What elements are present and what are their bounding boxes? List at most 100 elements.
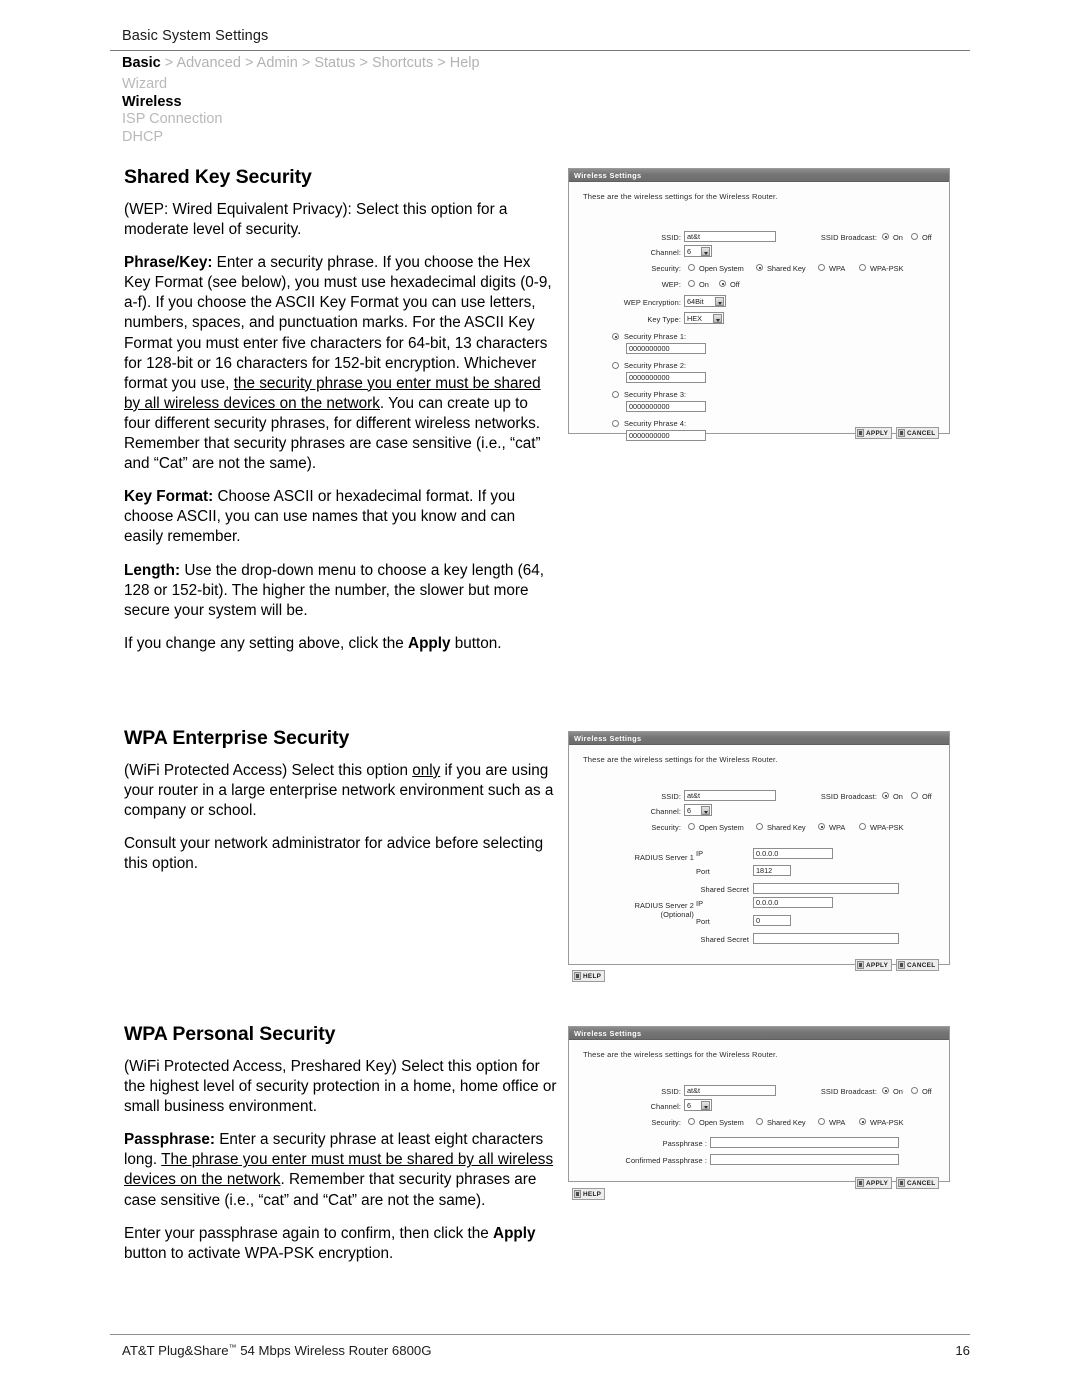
breadcrumb-item-basic[interactable]: Basic: [122, 55, 161, 71]
ssid-broadcast-off-radio[interactable]: [911, 1087, 918, 1094]
radius-2-ip-input[interactable]: 0.0.0.0: [753, 897, 833, 908]
chevron-down-icon[interactable]: [701, 247, 710, 256]
channel-select[interactable]: 6: [684, 1099, 712, 1111]
apply-button[interactable]: APPLY: [855, 1177, 893, 1189]
footer-divider: [110, 1334, 970, 1335]
cancel-button[interactable]: CANCEL: [896, 1177, 940, 1189]
breadcrumb-item-help[interactable]: Help: [450, 55, 480, 71]
paragraph-phrase-key: Phrase/Key: Enter a security phrase. If …: [124, 253, 558, 474]
section-wpa-enterprise-security: WPA Enterprise Security (WiFi Protected …: [124, 727, 558, 874]
channel-select[interactable]: 6: [684, 245, 712, 257]
ssid-broadcast-off-radio[interactable]: [911, 233, 918, 240]
security-open-system-radio[interactable]: [688, 823, 695, 830]
cancel-button[interactable]: CANCEL: [896, 427, 940, 439]
channel-label: Channel:: [650, 807, 681, 816]
radius-1-port-input[interactable]: 1812: [753, 865, 791, 876]
wep-off-radio[interactable]: [719, 280, 726, 287]
wep-on-radio[interactable]: [688, 280, 695, 287]
security-phrase-1-input[interactable]: 0000000000: [626, 343, 706, 354]
cancel-button[interactable]: CANCEL: [896, 959, 940, 971]
panel-body: These are the wireless settings for the …: [569, 182, 949, 441]
security-phrase-2-radio[interactable]: [612, 362, 619, 369]
security-phrase-3-radio[interactable]: [612, 391, 619, 398]
security-shared-key-radio[interactable]: [756, 1118, 763, 1125]
breadcrumb-item-admin[interactable]: Admin: [257, 55, 298, 71]
chevron-down-icon[interactable]: [701, 806, 710, 815]
ssid-broadcast-on-radio[interactable]: [882, 1087, 889, 1094]
radius-2-shared-secret-input[interactable]: [753, 933, 899, 944]
channel-select-value: 6: [687, 1101, 692, 1110]
channel-select[interactable]: 6: [684, 804, 712, 816]
security-shared-key-radio[interactable]: [756, 823, 763, 830]
wep-on-label: On: [699, 280, 709, 289]
wep-encryption-select[interactable]: 64Bit: [684, 295, 726, 307]
ssid-label: SSID:: [661, 792, 681, 801]
security-wpa-radio[interactable]: [818, 1118, 825, 1125]
security-wpa-psk-radio[interactable]: [859, 264, 866, 271]
paragraph-wpa-enterprise-intro: (WiFi Protected Access) Select this opti…: [124, 761, 558, 821]
chevron-down-icon[interactable]: [701, 1101, 710, 1110]
security-phrase-4-label: Security Phrase 4:: [624, 419, 687, 428]
chevron-down-icon[interactable]: [715, 297, 724, 306]
security-open-system-radio[interactable]: [688, 264, 695, 271]
ssid-input[interactable]: at&t: [684, 790, 776, 801]
ssid-broadcast-off-label: Off: [922, 233, 932, 242]
cancel-icon: [898, 1179, 905, 1187]
radius-1-shared-secret-input[interactable]: [753, 883, 899, 894]
ssid-broadcast-on-radio[interactable]: [882, 233, 889, 240]
breadcrumb-item-status[interactable]: Status: [314, 55, 355, 71]
text-apply2-a: Enter your passphrase again to confirm, …: [124, 1224, 494, 1242]
apply-button[interactable]: APPLY: [855, 427, 893, 439]
chevron-down-icon[interactable]: [713, 314, 722, 323]
security-phrase-2-input[interactable]: 0000000000: [626, 372, 706, 383]
section-shared-key-security: Shared Key Security (WEP: Wired Equivale…: [124, 166, 558, 654]
security-open-system-radio[interactable]: [688, 1118, 695, 1125]
key-type-select[interactable]: HEX: [684, 312, 724, 324]
channel-select-value: 6: [687, 247, 692, 256]
apply-button-label: APPLY: [866, 429, 889, 437]
security-wpa-radio[interactable]: [818, 823, 825, 830]
passphrase-input[interactable]: [710, 1137, 899, 1148]
subnav-item-wireless[interactable]: Wireless: [122, 94, 223, 112]
radius-2-port-input[interactable]: 0: [753, 915, 791, 926]
cancel-icon: [898, 429, 905, 437]
ssid-broadcast-on-radio[interactable]: [882, 792, 889, 799]
ssid-broadcast-on-label: On: [893, 233, 903, 242]
paragraph-key-format: Key Format: Choose ASCII or hexadecimal …: [124, 487, 558, 547]
security-phrase-4-input[interactable]: 0000000000: [626, 430, 706, 441]
help-button[interactable]: HELP: [572, 1188, 606, 1200]
security-wpa-psk-radio[interactable]: [859, 1118, 866, 1125]
subnav-item-wizard[interactable]: Wizard: [122, 76, 223, 94]
channel-label: Channel:: [650, 248, 681, 257]
security-phrase-4-radio[interactable]: [612, 420, 619, 427]
radius-2-ip-label: IP: [696, 899, 704, 908]
ssid-broadcast-on-label: On: [893, 792, 903, 801]
security-wpa-psk-radio[interactable]: [859, 823, 866, 830]
security-shared-key-radio[interactable]: [756, 264, 763, 271]
ssid-input[interactable]: at&t: [684, 1085, 776, 1096]
security-phrase-1-radio[interactable]: [612, 333, 619, 340]
ssid-input[interactable]: at&t: [684, 231, 776, 242]
ssid-broadcast-label: SSID Broadcast:: [820, 233, 877, 242]
apply-button[interactable]: APPLY: [855, 959, 893, 971]
cancel-icon: [898, 961, 905, 969]
breadcrumb-item-advanced[interactable]: Advanced: [176, 55, 241, 71]
help-button[interactable]: HELP: [572, 970, 606, 982]
subnav-item-isp-connection[interactable]: ISP Connection: [122, 111, 223, 129]
security-phrase-3-input[interactable]: 0000000000: [626, 401, 706, 412]
screenshot-wireless-settings-wpa-psk: Wireless Settings These are the wireless…: [568, 1026, 950, 1189]
confirmed-passphrase-input[interactable]: [710, 1154, 899, 1165]
radius-1-ip-input[interactable]: 0.0.0.0: [753, 848, 833, 859]
radius-1-port-label: Port: [696, 867, 710, 876]
text-wpa-ent-only: only: [412, 762, 441, 779]
ssid-broadcast-off-radio[interactable]: [911, 792, 918, 799]
footer-product-rest: 54 Mbps Wireless Router 6800G: [236, 1343, 432, 1358]
section-wpa-personal-security: WPA Personal Security (WiFi Protected Ac…: [124, 1023, 558, 1264]
security-wpa-label: WPA: [829, 823, 846, 832]
subnav-item-dhcp[interactable]: DHCP: [122, 129, 223, 147]
security-shared-key-label: Shared Key: [767, 264, 806, 273]
panel-body: These are the wireless settings for the …: [569, 1040, 949, 1189]
breadcrumb-item-shortcuts[interactable]: Shortcuts: [372, 55, 433, 71]
channel-select-value: 6: [687, 806, 692, 815]
security-wpa-radio[interactable]: [818, 264, 825, 271]
